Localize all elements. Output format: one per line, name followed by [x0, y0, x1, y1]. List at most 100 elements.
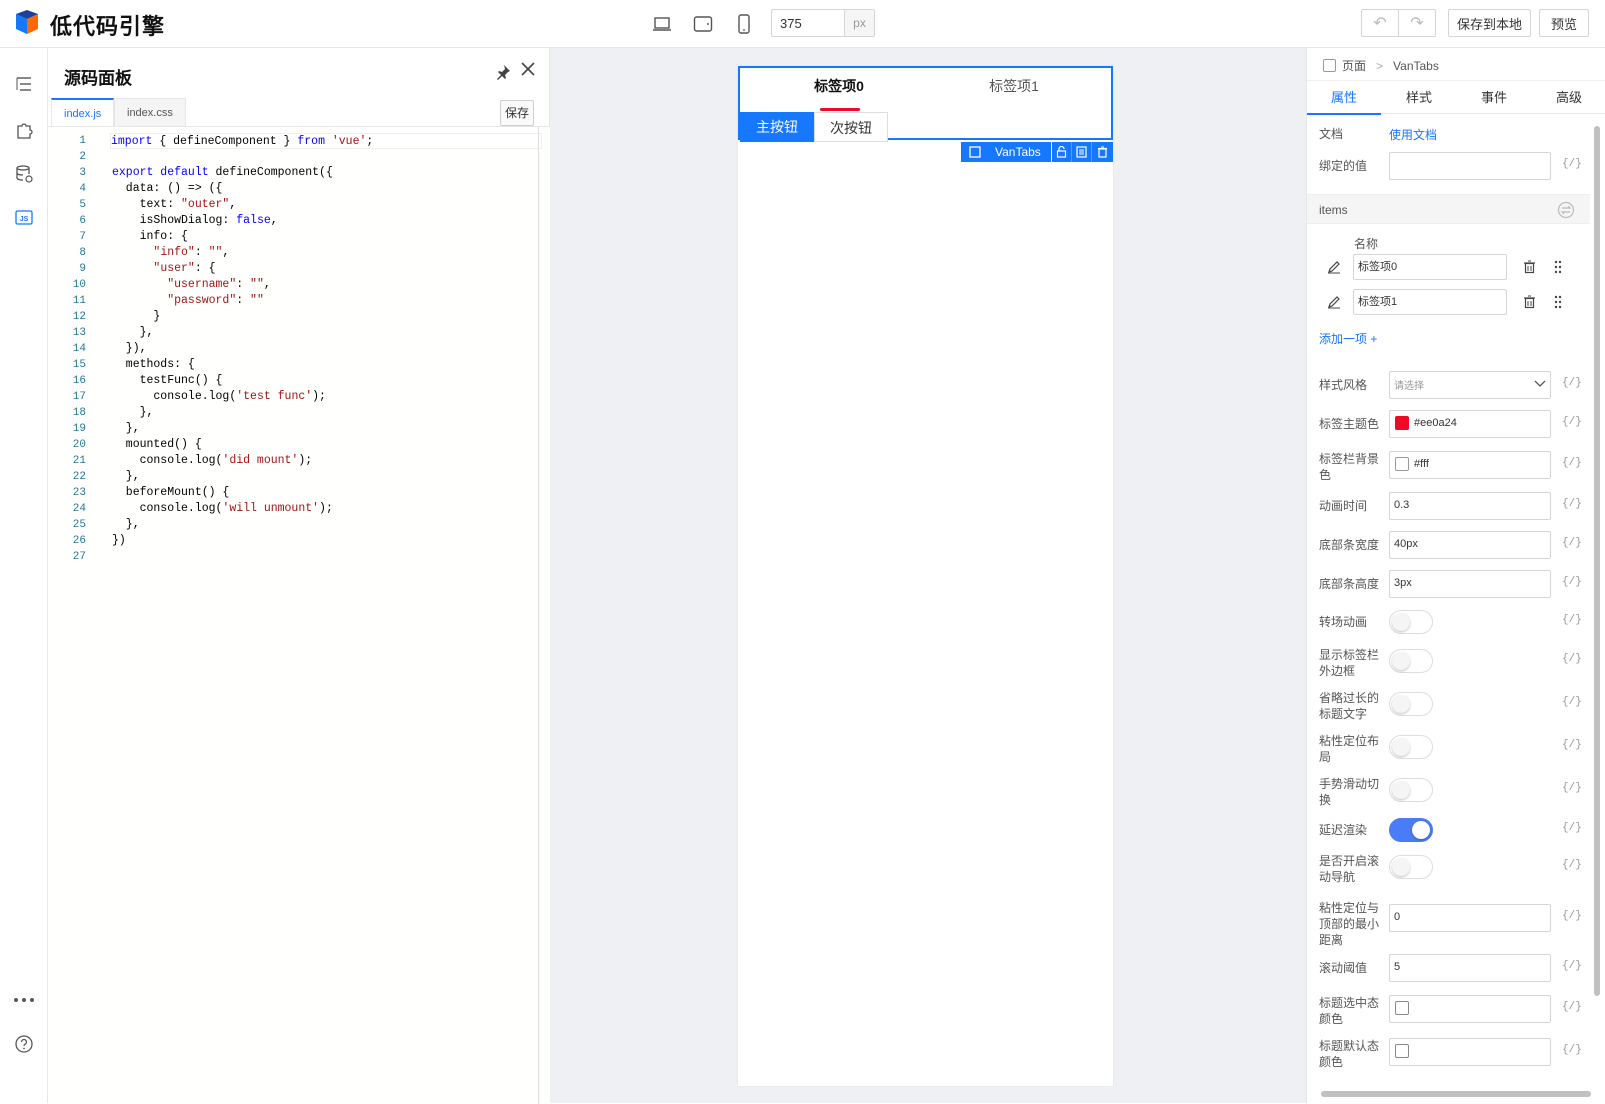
items-column-header: 名称	[1354, 237, 1379, 251]
expr-toggle[interactable]: {/}	[1562, 653, 1582, 665]
canvas-tab-1[interactable]: 标签项1	[923, 76, 1105, 104]
scrollspy-switch[interactable]	[1389, 855, 1433, 879]
border-switch[interactable]	[1389, 649, 1433, 673]
expr-toggle[interactable]: {/}	[1562, 537, 1582, 549]
line-width-input[interactable]: 40px	[1389, 531, 1551, 559]
line-number: 21	[72, 455, 86, 467]
tab-props[interactable]: 属性	[1307, 81, 1381, 115]
editor-scrollbar[interactable]	[538, 127, 539, 1104]
item-name-input[interactable]: 标签项1	[1353, 289, 1507, 315]
outline-tree-button[interactable]	[12, 72, 36, 96]
style-select[interactable]: 请选择	[1389, 371, 1551, 399]
lazy-render-switch[interactable]	[1389, 818, 1433, 842]
add-item-button[interactable]: 添加一项 +	[1319, 330, 1377, 347]
copy-button[interactable]	[1072, 142, 1092, 162]
code-line: testFunc() {	[112, 374, 223, 387]
trash-icon[interactable]	[1523, 295, 1536, 309]
more-button[interactable]	[12, 988, 36, 1012]
pin-icon[interactable]	[495, 64, 511, 84]
title-active-color-input[interactable]	[1389, 995, 1551, 1023]
expr-toggle[interactable]: {/}	[1562, 576, 1582, 588]
mobile-preview[interactable]: 标签项0 标签项1 主按钮 次按钮 VanTabs	[738, 66, 1113, 1086]
breadcrumb-root[interactable]: 页面	[1342, 57, 1366, 74]
prop-row: 底部条高度 3px {/}	[1319, 570, 1587, 598]
selected-component-label[interactable]: VanTabs	[961, 142, 1052, 162]
expr-toggle[interactable]: {/}	[1562, 960, 1582, 972]
components-button[interactable]	[12, 118, 36, 142]
mobile-view-button[interactable]	[732, 14, 756, 34]
expr-toggle[interactable]: {/}	[1562, 1044, 1582, 1056]
props-scrollbar[interactable]	[1593, 116, 1601, 1096]
expr-toggle[interactable]: {/}	[1562, 782, 1582, 794]
drag-handle-icon[interactable]	[1553, 260, 1563, 274]
tablet-view-button[interactable]	[691, 14, 715, 34]
ellipsis-switch[interactable]	[1389, 692, 1433, 716]
swipeable-switch[interactable]	[1389, 778, 1433, 802]
expr-toggle[interactable]: {/}	[1562, 859, 1582, 871]
line-number: 4	[79, 183, 86, 195]
swipe-threshold-input[interactable]: 5	[1389, 954, 1551, 982]
redo-button[interactable]: ↷	[1398, 9, 1436, 37]
desktop-view-button[interactable]	[650, 14, 674, 34]
theme-color-input[interactable]: #ee0a24	[1389, 410, 1551, 438]
save-local-button[interactable]: 保存到本地	[1448, 9, 1531, 37]
tab-style[interactable]: 样式	[1382, 81, 1456, 115]
expr-toggle[interactable]: {/}	[1562, 822, 1582, 834]
tab-advanced[interactable]: 高级	[1532, 81, 1605, 115]
delete-component-button[interactable]	[1092, 142, 1112, 162]
edit-icon[interactable]	[1327, 295, 1341, 309]
help-button[interactable]	[12, 1032, 36, 1056]
code-editor[interactable]: 1 2 3 4 5 6 7 8 9 10 11 12 13 14 15 16 17 18 19 20 21 22 23 24 2…	[48, 126, 550, 1104]
drag-handle-icon[interactable]	[1553, 295, 1563, 309]
animated-switch[interactable]	[1389, 610, 1433, 634]
expr-toggle[interactable]: {/}	[1562, 910, 1582, 922]
props-horizontal-scrollbar[interactable]	[1311, 1089, 1597, 1099]
code-save-button[interactable]: 保存	[500, 100, 534, 126]
expr-toggle[interactable]: {/}	[1562, 377, 1582, 389]
expr-toggle[interactable]: {/}	[1562, 614, 1582, 626]
tab-events[interactable]: 事件	[1457, 81, 1531, 115]
expr-toggle[interactable]: {/}	[1562, 696, 1582, 708]
app-title: 低代码引擎	[50, 14, 166, 39]
expr-toggle[interactable]: {/}	[1562, 498, 1582, 510]
code-content[interactable]: import { defineComponent } from 'vue'; e…	[110, 127, 542, 565]
offset-top-input[interactable]: 0	[1389, 904, 1551, 932]
canvas-tab-0[interactable]: 标签项0	[748, 76, 930, 104]
title-inactive-color-input[interactable]	[1389, 1038, 1551, 1066]
duration-input[interactable]: 0.3	[1389, 492, 1551, 520]
scrollbar-thumb[interactable]	[1594, 126, 1600, 996]
undo-button[interactable]: ↶	[1361, 9, 1399, 37]
bind-value-input[interactable]	[1389, 152, 1551, 180]
preview-button[interactable]: 预览	[1539, 9, 1589, 37]
expr-toggle[interactable]: {/}	[1562, 739, 1582, 751]
close-icon[interactable]	[520, 60, 536, 83]
color-swatch[interactable]	[1395, 1001, 1409, 1015]
tab-index-css[interactable]: index.css	[114, 98, 186, 126]
primary-button[interactable]: 主按钮	[740, 112, 814, 142]
trash-icon[interactable]	[1523, 260, 1536, 274]
color-swatch[interactable]	[1395, 457, 1409, 471]
code-panel-button[interactable]: JS	[12, 206, 36, 230]
sticky-switch[interactable]	[1389, 735, 1433, 759]
bg-color-input[interactable]: #fff	[1389, 451, 1551, 479]
lock-button[interactable]	[1052, 142, 1072, 162]
item-name-input[interactable]: 标签项0	[1353, 254, 1507, 280]
tab-index-js[interactable]: index.js	[51, 98, 115, 126]
doc-link[interactable]: 使用文档	[1389, 126, 1437, 143]
expr-toggle[interactable]: {/}	[1562, 416, 1582, 428]
toggle-mode-icon[interactable]	[1557, 201, 1575, 219]
line-number: 15	[72, 359, 86, 371]
scrollbar-thumb[interactable]	[1321, 1091, 1591, 1097]
datasource-button[interactable]	[12, 162, 36, 186]
color-swatch[interactable]	[1395, 1044, 1409, 1058]
expr-toggle[interactable]: {/}	[1562, 457, 1582, 469]
expr-toggle[interactable]: {/}	[1562, 158, 1582, 170]
expr-toggle[interactable]: {/}	[1562, 1001, 1582, 1013]
canvas-width-input[interactable]	[772, 10, 844, 36]
van-tabs-component[interactable]: 标签项0 标签项1 主按钮 次按钮	[738, 66, 1113, 142]
edit-icon[interactable]	[1327, 260, 1341, 274]
line-height-input[interactable]: 3px	[1389, 570, 1551, 598]
code-line: "password": ""	[167, 294, 264, 307]
secondary-button[interactable]: 次按钮	[814, 112, 888, 142]
color-swatch[interactable]	[1395, 416, 1409, 430]
